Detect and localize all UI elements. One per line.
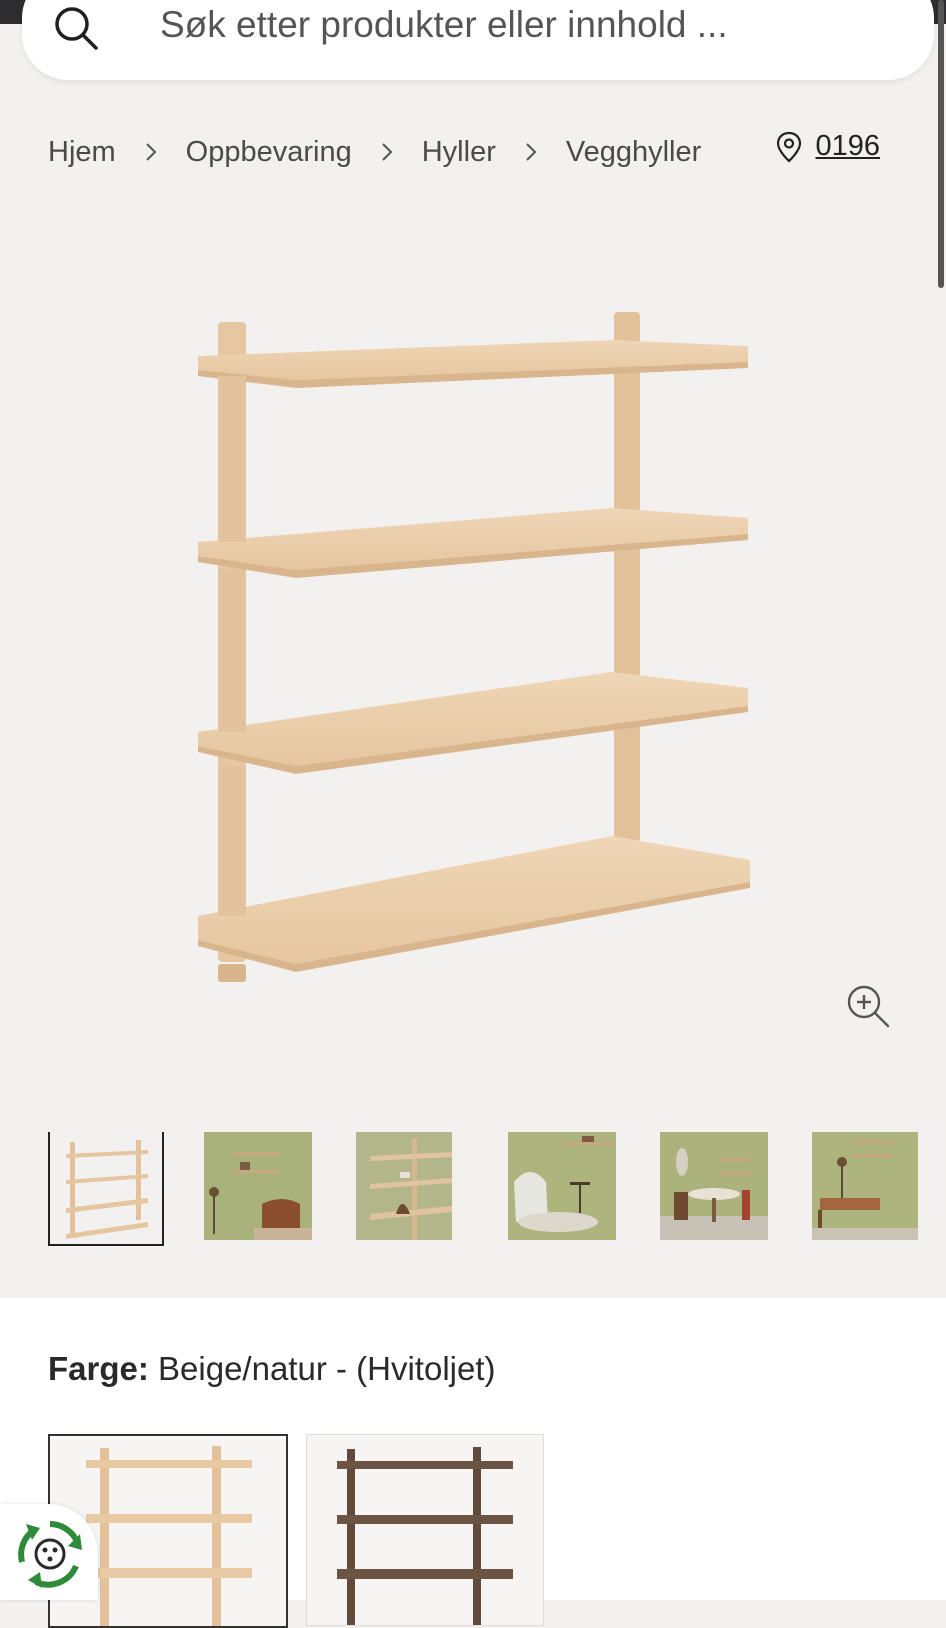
- color-selection: Farge: Beige/natur - (Hvitoljet): [48, 1350, 496, 1388]
- thumbnail-room-image: [204, 1132, 312, 1240]
- breadcrumb-home[interactable]: Hjem: [48, 136, 116, 169]
- thumbnail-chair-image: [508, 1132, 616, 1240]
- postal-code-selector[interactable]: 0196: [775, 130, 880, 163]
- color-value: Beige/natur - (Hvitoljet): [148, 1350, 496, 1387]
- search-bar[interactable]: [22, 0, 934, 80]
- product-image[interactable]: [0, 200, 946, 1070]
- thumbnail-strip[interactable]: [48, 1132, 918, 1250]
- thumbnail-2[interactable]: [204, 1132, 312, 1240]
- chevron-right-icon: [526, 143, 537, 161]
- search-input[interactable]: [158, 0, 862, 50]
- thumbnail-6[interactable]: [812, 1132, 918, 1240]
- breadcrumb-shelves[interactable]: Hyller: [422, 136, 496, 169]
- search-icon[interactable]: [52, 4, 100, 52]
- thumbnail-1[interactable]: [48, 1132, 164, 1246]
- thumbnail-shelf-image: [66, 1140, 148, 1239]
- chevron-right-icon: [382, 143, 393, 161]
- breadcrumb: Hjem Oppbevaring Hyller Vegghyller: [48, 128, 701, 176]
- breadcrumb-storage[interactable]: Oppbevaring: [186, 136, 352, 169]
- recycle-icon: [18, 1521, 82, 1588]
- thumbnail-5[interactable]: [660, 1132, 768, 1240]
- thumbnail-4[interactable]: [508, 1132, 616, 1240]
- location-pin-icon: [777, 131, 802, 162]
- thumbnail-dining-image: [660, 1132, 768, 1240]
- thumbnail-3[interactable]: [356, 1132, 464, 1240]
- thumbnail-lounge-image: [812, 1132, 918, 1240]
- zoom-in-icon[interactable]: [846, 984, 890, 1028]
- chevron-right-icon: [145, 143, 157, 161]
- breadcrumb-wall-shelves[interactable]: Vegghyller: [566, 136, 701, 169]
- swatch-dark-image: [337, 1447, 513, 1625]
- color-swatch-dark[interactable]: [306, 1434, 544, 1626]
- color-label: Farge:: [48, 1350, 149, 1387]
- postal-code[interactable]: 0196: [815, 130, 880, 163]
- sustainability-badge[interactable]: [0, 1504, 98, 1600]
- thumbnail-detail-image: [356, 1132, 464, 1240]
- product-options-panel: Farge: Beige/natur - (Hvitoljet): [0, 1298, 946, 1628]
